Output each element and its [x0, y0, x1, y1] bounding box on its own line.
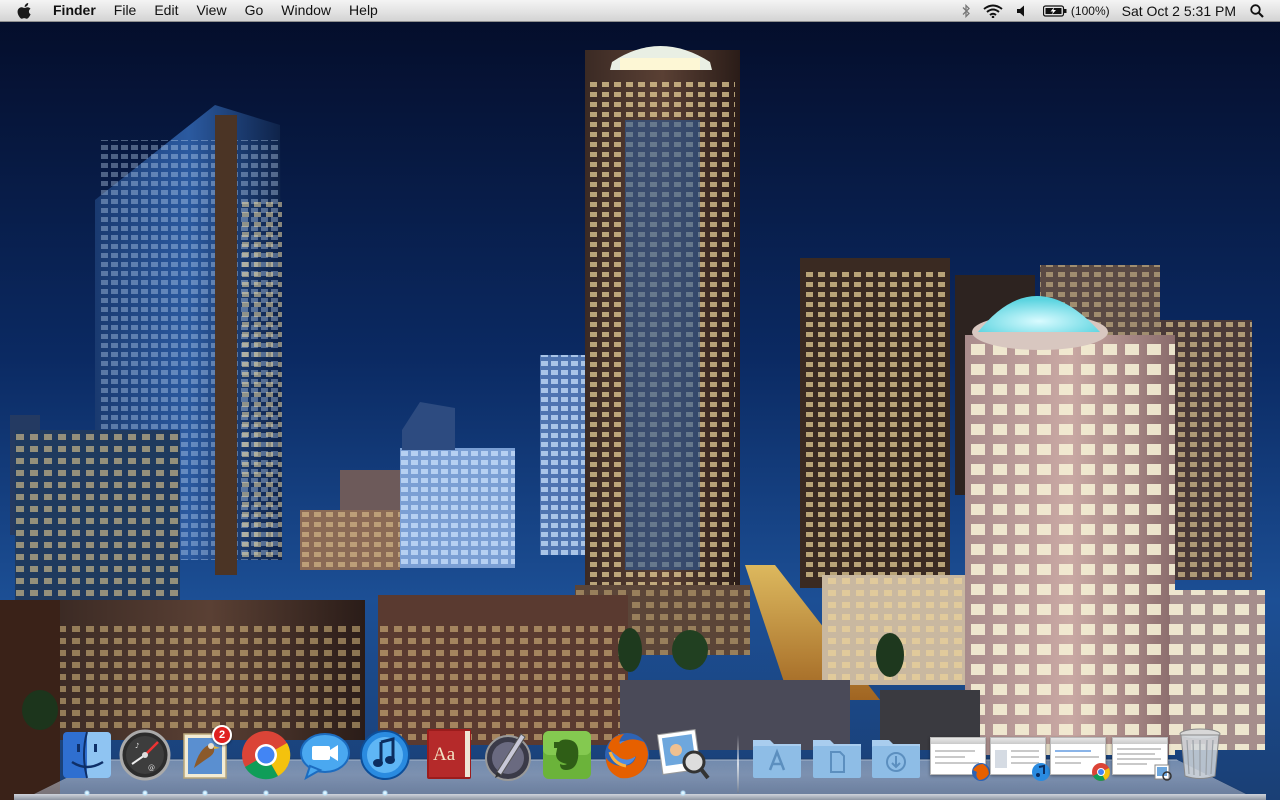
dock-preview[interactable]: [656, 726, 710, 782]
chrome-icon: [242, 731, 291, 780]
svg-text:@: @: [148, 764, 155, 772]
dock-minimized-itunes[interactable]: [990, 737, 1050, 781]
menu-bar: Finder File Edit View Go Window Help (10…: [0, 0, 1280, 22]
running-indicator-ichat: [322, 790, 328, 796]
firefox-mini-icon: [972, 763, 990, 781]
menu-clock[interactable]: Sat Oct 2 5:31 PM: [1116, 0, 1244, 21]
applications-folder-icon: [753, 740, 801, 778]
menu-view[interactable]: View: [187, 0, 235, 21]
battery-percent: (100%): [1070, 3, 1110, 18]
dock-ichat[interactable]: [298, 728, 352, 784]
battery-icon: [1042, 4, 1067, 17]
dictionary-icon: Aa: [427, 729, 471, 779]
dock-separator: [737, 735, 739, 793]
dock-downloads-stack[interactable]: [869, 730, 923, 786]
dashboard-icon: ♪ @: [119, 729, 171, 781]
apple-logo-icon[interactable]: [17, 0, 37, 21]
running-indicator-dashboard: [142, 790, 148, 796]
running-indicator-finder: [84, 790, 90, 796]
bluetooth-icon[interactable]: [955, 0, 977, 21]
running-indicator-chrome: [263, 790, 269, 796]
downloads-folder-icon: [872, 740, 920, 778]
itunes-icon: [360, 730, 410, 780]
svg-text:Aa: Aa: [433, 744, 456, 765]
dock-documents-stack[interactable]: [810, 730, 864, 786]
running-indicator-itunes: [382, 790, 388, 796]
ichat-icon: [300, 733, 350, 781]
dock-evernote[interactable]: [540, 728, 594, 784]
dock-script-editor[interactable]: [481, 728, 535, 784]
dock-trash[interactable]: [1173, 726, 1227, 782]
script-editor-icon: [485, 733, 531, 781]
menu-help[interactable]: Help: [340, 0, 387, 21]
dock-minimized-preview[interactable]: [1112, 737, 1172, 781]
dock-minimized-chrome[interactable]: [1050, 737, 1110, 781]
running-indicator-preview: [680, 790, 686, 796]
dock-dictionary[interactable]: Aa: [421, 726, 475, 782]
mail-unread-badge: 2: [212, 725, 232, 745]
spotlight-search-icon[interactable]: [1244, 0, 1280, 21]
wifi-icon[interactable]: [977, 0, 1009, 21]
dock-finder[interactable]: [60, 728, 114, 784]
menu-file[interactable]: File: [105, 0, 146, 21]
preview-icon: [656, 728, 710, 780]
menu-go[interactable]: Go: [236, 0, 273, 21]
dock-itunes[interactable]: [358, 728, 412, 784]
chrome-mini-icon: [1092, 763, 1110, 781]
evernote-icon: [543, 731, 591, 779]
dock-dashboard[interactable]: ♪ @: [118, 728, 172, 784]
trash-icon: [1179, 728, 1221, 779]
menu-app-finder[interactable]: Finder: [44, 0, 105, 21]
battery-status[interactable]: (100%): [1037, 0, 1116, 21]
firefox-icon: [605, 733, 649, 779]
itunes-mini-icon: [1032, 763, 1050, 781]
menu-edit[interactable]: Edit: [145, 0, 187, 21]
finder-icon: [63, 731, 111, 779]
dock-minimized-firefox[interactable]: [930, 737, 990, 781]
preview-mini-icon: [1154, 764, 1172, 781]
documents-folder-icon: [813, 740, 861, 778]
dock-chrome[interactable]: [239, 728, 293, 784]
menu-window[interactable]: Window: [272, 0, 340, 21]
dock-firefox[interactable]: [600, 728, 654, 784]
running-indicator-mail: [202, 790, 208, 796]
dock-applications-stack[interactable]: [750, 730, 804, 786]
svg-text:♪: ♪: [135, 742, 139, 750]
volume-icon[interactable]: [1009, 0, 1037, 21]
dock: ♪ @ 2 Aa: [0, 0, 1280, 800]
